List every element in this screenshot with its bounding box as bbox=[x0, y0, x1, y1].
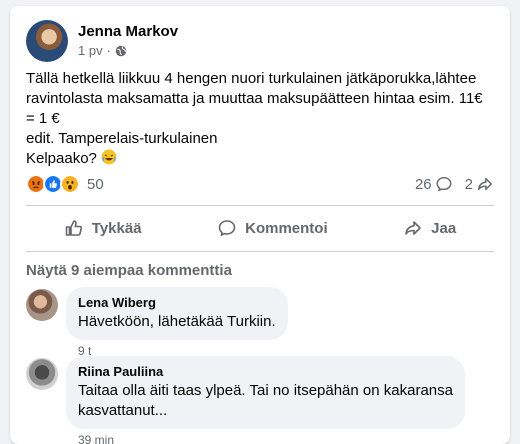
post-text-line: Kelpaako? bbox=[26, 150, 97, 167]
wow-icon bbox=[60, 174, 80, 194]
commenter-name[interactable]: Lena Wiberg bbox=[78, 295, 276, 310]
comment-icon bbox=[218, 220, 236, 237]
comment-bubble-icon bbox=[436, 176, 452, 192]
show-previous-comments-link[interactable]: Näytä 9 aiempaa kommenttia bbox=[26, 262, 232, 279]
reaction-count: 50 bbox=[87, 175, 104, 193]
like-button-label: Tykkää bbox=[91, 219, 142, 237]
comment-timestamp[interactable]: 39 min bbox=[78, 433, 465, 444]
author-avatar[interactable] bbox=[26, 20, 68, 62]
share-button-label: Jaa bbox=[431, 219, 457, 237]
post-text-line-last: Kelpaako? bbox=[26, 149, 494, 169]
laughing-emoji-icon bbox=[101, 149, 117, 165]
comment-text-line: kasvattanut... bbox=[78, 402, 168, 419]
post-text-line: Tällä hetkellä liikkuu 4 hengen nuori tu… bbox=[26, 70, 477, 87]
comment: Lena Wiberg Hävetköön, lähetäkää Turkiin… bbox=[26, 287, 288, 358]
comment-text: Taitaa olla äiti taas ylpeä. Tai no itse… bbox=[78, 381, 453, 421]
divider bbox=[26, 205, 494, 206]
comments-count[interactable]: 26 bbox=[415, 175, 453, 193]
like-button[interactable]: Tykkää bbox=[48, 210, 158, 246]
divider bbox=[26, 251, 494, 252]
comment-text: Hävetköön, lähetäkää Turkiin. bbox=[78, 313, 276, 330]
meta-separator: · bbox=[106, 43, 111, 58]
post-text: Tällä hetkellä liikkuu 4 hengen nuori tu… bbox=[26, 69, 494, 169]
post-timestamp[interactable]: 1 pv bbox=[78, 43, 103, 58]
post-text-line: edit. Tamperelais-turkulainen bbox=[26, 130, 218, 147]
commenter-name[interactable]: Riina Pauliina bbox=[78, 364, 453, 379]
thumbs-up-icon bbox=[65, 220, 82, 236]
post-actions: Tykkää Kommentoi Jaa bbox=[26, 207, 494, 249]
globe-icon bbox=[115, 45, 127, 57]
reaction-summary[interactable]: 50 bbox=[26, 174, 104, 194]
post-text-line: = 1 € bbox=[26, 110, 60, 127]
comment-text-line: Taitaa olla äiti taas ylpeä. Tai no itse… bbox=[78, 382, 453, 399]
commenter-avatar[interactable] bbox=[26, 289, 58, 321]
comment-bubble: Lena Wiberg Hävetköön, lähetäkää Turkiin… bbox=[66, 287, 288, 340]
comment-bubble: Riina Pauliina Taitaa olla äiti taas ylp… bbox=[66, 356, 465, 429]
comment-button[interactable]: Kommentoi bbox=[201, 210, 344, 246]
post-text-line: ravintolasta maksamatta ja muuttaa maksu… bbox=[26, 90, 483, 107]
post-meta: 1 pv · bbox=[78, 43, 178, 58]
comment-button-label: Kommentoi bbox=[245, 219, 328, 237]
share-icon bbox=[405, 221, 421, 235]
share-arrow-icon bbox=[477, 177, 493, 191]
engagement-counts: 26 2 bbox=[415, 175, 494, 193]
shares-count[interactable]: 2 bbox=[465, 175, 494, 193]
comments-count-value: 26 bbox=[414, 175, 432, 193]
shares-count-value: 2 bbox=[464, 175, 473, 193]
comment: Riina Pauliina Taitaa olla äiti taas ylp… bbox=[26, 356, 465, 444]
post-card: Jenna Markov 1 pv · Tällä hetkellä liikk… bbox=[10, 6, 510, 444]
commenter-avatar[interactable] bbox=[26, 358, 58, 390]
share-button[interactable]: Jaa bbox=[387, 210, 472, 246]
post-header: Jenna Markov 1 pv · bbox=[26, 20, 178, 62]
reactions-row: 50 26 2 bbox=[26, 173, 494, 195]
author-name[interactable]: Jenna Markov bbox=[78, 23, 178, 40]
